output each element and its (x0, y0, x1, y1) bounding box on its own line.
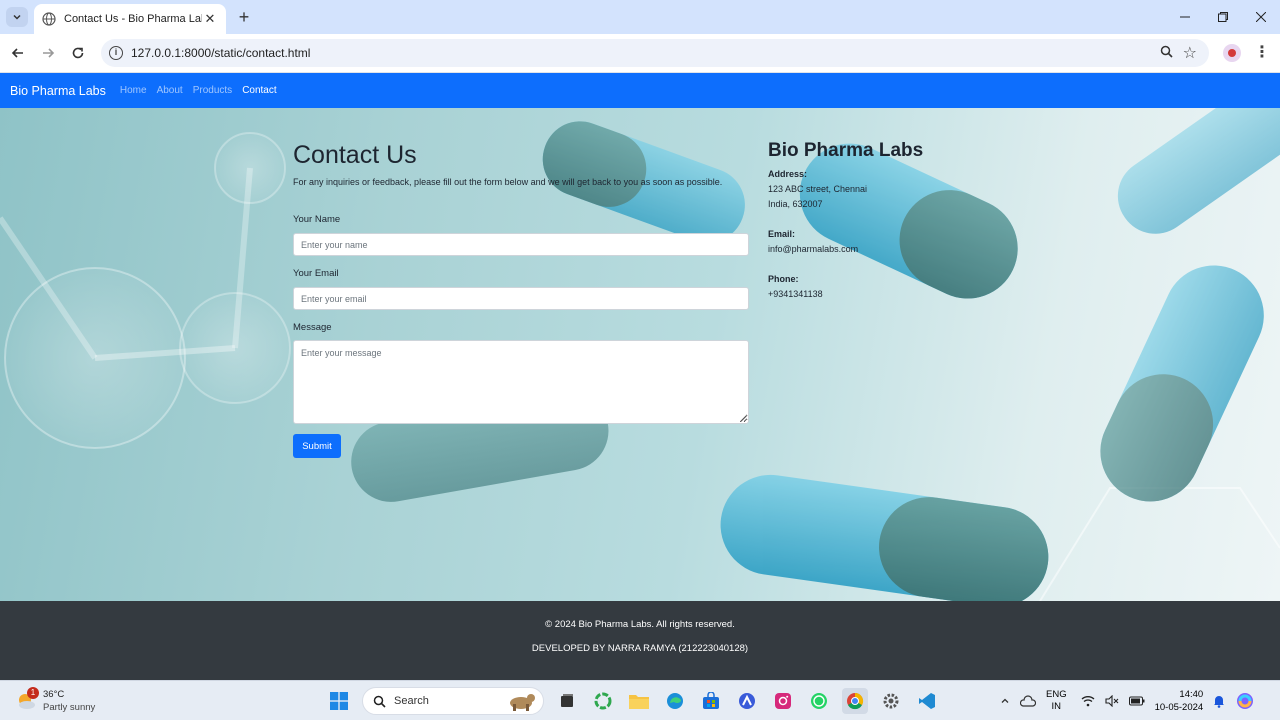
globe-icon (42, 12, 56, 26)
navbar-brand[interactable]: Bio Pharma Labs (10, 84, 106, 98)
region-code: IN (1051, 701, 1062, 712)
maximize-icon[interactable] (1204, 0, 1242, 34)
close-tab-icon[interactable]: ✕ (202, 11, 218, 27)
url-text[interactable]: 127.0.0.1:8000/static/contact.html (131, 46, 310, 60)
address-line-1: 123 ABC street, Chennai (768, 184, 868, 194)
developer-credit: DEVELOPED BY NARRA RAMYA (212223040128) (531, 643, 749, 654)
copyright-text: © 2024 Bio Pharma Labs. All rights reser… (545, 619, 735, 630)
speaker-muted-icon[interactable] (1105, 695, 1119, 707)
store-icon[interactable] (698, 688, 724, 714)
nav-link-home[interactable]: Home (120, 85, 147, 96)
search-highlight-icon (510, 694, 535, 711)
windows-taskbar: 1 36°C Partly sunny Search ENG IN 14:40 … (0, 680, 1280, 720)
weather-widget[interactable]: 1 36°C Partly sunny (16, 687, 136, 715)
active-tab[interactable]: Contact Us - Bio Pharma Labs ✕ (34, 4, 226, 34)
arc-icon[interactable] (734, 688, 760, 714)
email-heading: Email: (768, 229, 796, 239)
back-arrow-icon[interactable] (7, 42, 29, 64)
browser-toolbar: i 127.0.0.1:8000/static/contact.html ☆ ⋮ (0, 34, 1280, 72)
bookmark-star-icon[interactable]: ☆ (1183, 43, 1197, 63)
name-input[interactable] (293, 233, 749, 256)
intro-text: For any inquiries or feedback, please fi… (293, 177, 723, 187)
more-menu-icon[interactable]: ⋮ (1254, 42, 1270, 62)
input-language[interactable]: ENG IN (1046, 689, 1067, 713)
new-tab-plus-icon[interactable]: + (234, 6, 254, 28)
window-close-icon[interactable] (1242, 0, 1280, 34)
clock[interactable]: 14:40 10-05-2024 (1155, 688, 1204, 714)
copilot-preview-icon[interactable] (1235, 691, 1255, 711)
show-hidden-icons-chevron-icon[interactable] (1000, 696, 1010, 706)
search-icon (373, 695, 386, 708)
weather-notification-badge: 1 (27, 687, 39, 699)
zoom-icon[interactable] (1160, 45, 1173, 61)
message-label: Message (293, 322, 332, 333)
info-title: Bio Pharma Labs (768, 140, 924, 161)
taskbar-search-box[interactable]: Search (362, 687, 544, 715)
file-explorer-icon[interactable] (626, 688, 652, 714)
minimize-icon[interactable] (1166, 0, 1204, 34)
site-footer: © 2024 Bio Pharma Labs. All rights reser… (0, 601, 1280, 680)
nav-link-about[interactable]: About (157, 85, 183, 96)
window-controls (1166, 0, 1280, 34)
instagram-icon[interactable] (770, 688, 796, 714)
message-textarea[interactable] (293, 340, 749, 424)
resize-handle-icon[interactable] (740, 415, 747, 422)
copilot-icon[interactable] (590, 688, 616, 714)
vscode-icon[interactable] (914, 688, 940, 714)
address-label: Address: (768, 169, 808, 179)
forward-arrow-icon[interactable] (37, 42, 59, 64)
phone-heading: Phone: (768, 274, 799, 284)
notifications-bell-icon[interactable] (1213, 694, 1225, 708)
phone-value: +9341341138 (768, 289, 823, 299)
site-navbar: Bio Pharma Labs Home About Products Cont… (0, 73, 1280, 108)
taskbar-apps: Search (326, 686, 950, 716)
clock-time: 14:40 (1179, 689, 1204, 700)
windows-start-icon[interactable] (326, 688, 352, 714)
reload-icon[interactable] (67, 42, 89, 64)
name-label: Your Name (293, 214, 341, 225)
settings-icon[interactable] (878, 688, 904, 714)
submit-button[interactable]: Submit (293, 434, 341, 458)
chrome-icon[interactable] (842, 688, 868, 714)
tab-search-chevron-icon[interactable] (6, 7, 28, 27)
page-title: Contact Us (293, 141, 417, 169)
email-value: info@pharmalabs.com (768, 244, 859, 254)
site-info-icon[interactable]: i (109, 46, 123, 60)
wifi-icon[interactable] (1081, 695, 1095, 707)
tab-title: Contact Us - Bio Pharma Labs (64, 13, 202, 25)
whatsapp-icon[interactable] (806, 688, 832, 714)
weather-description: Partly sunny (43, 702, 96, 713)
edge-icon[interactable] (662, 688, 688, 714)
task-view-icon[interactable] (554, 688, 580, 714)
onedrive-icon[interactable] (1020, 695, 1036, 707)
clock-date: 10-05-2024 (1154, 702, 1204, 713)
language-code: ENG (1046, 689, 1067, 700)
battery-icon[interactable] (1128, 696, 1145, 706)
search-label: Search (394, 695, 429, 707)
address-bar[interactable]: i 127.0.0.1:8000/static/contact.html ☆ (101, 39, 1209, 67)
email-input[interactable] (293, 287, 749, 310)
system-tray: ENG IN 14:40 10-05-2024 (1000, 681, 1265, 720)
nav-link-contact[interactable]: Contact (242, 85, 276, 96)
nav-link-products[interactable]: Products (193, 85, 232, 96)
browser-tabstrip: Contact Us - Bio Pharma Labs ✕ + (0, 0, 1280, 34)
temperature: 36°C (43, 689, 65, 700)
profile-avatar-icon[interactable] (1223, 44, 1241, 62)
email-label: Your Email (293, 268, 339, 279)
address-line-2: India, 632007 (768, 199, 823, 209)
